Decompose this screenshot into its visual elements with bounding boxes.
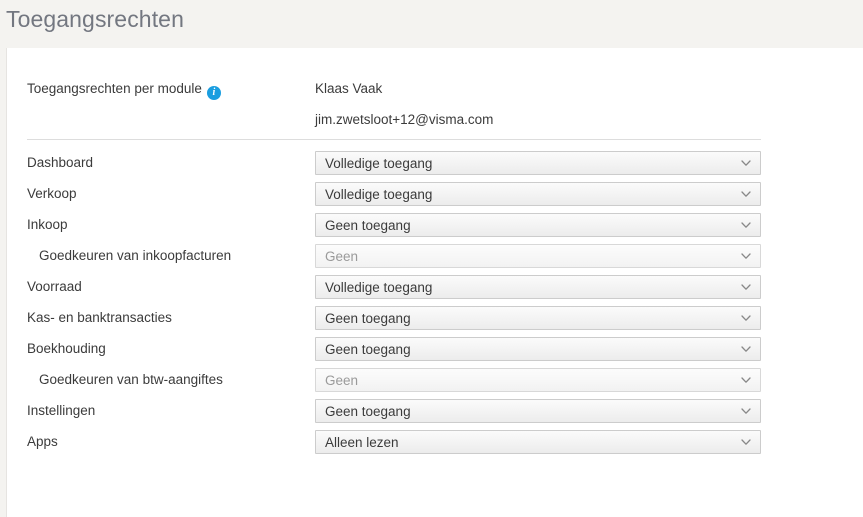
permission-label: Instellingen xyxy=(27,403,95,418)
permission-label: Goedkeuren van inkoopfacturen xyxy=(39,248,231,263)
permission-select-value: Geen toegang xyxy=(325,403,411,420)
permission-select: Geen xyxy=(315,368,761,392)
permission-label: Inkoop xyxy=(27,217,68,232)
section-divider xyxy=(27,139,761,140)
permission-label: Goedkeuren van btw-aangiftes xyxy=(39,372,223,387)
permission-row: Goedkeuren van inkoopfacturen Geen xyxy=(7,244,863,275)
module-permissions-label: Toegangsrechten per module i xyxy=(27,81,221,100)
chevron-down-icon xyxy=(741,346,751,353)
permission-select[interactable]: Volledige toegang xyxy=(315,182,761,206)
permissions-list: Dashboard Volledige toegang Verkoop Volledi… xyxy=(7,151,863,461)
permission-label: Voorraad xyxy=(27,279,82,294)
permission-select[interactable]: Alleen lezen xyxy=(315,430,761,454)
chevron-down-icon xyxy=(741,191,751,198)
permission-row: Apps Alleen lezen xyxy=(7,430,863,461)
permission-select[interactable]: Volledige toegang xyxy=(315,275,761,299)
page-title: Toegangsrechten xyxy=(6,6,184,33)
chevron-down-icon xyxy=(741,315,751,322)
permission-select[interactable]: Volledige toegang xyxy=(315,151,761,175)
chevron-down-icon xyxy=(741,377,751,384)
permission-select: Geen xyxy=(315,244,761,268)
permission-select[interactable]: Geen toegang xyxy=(315,213,761,237)
page-header: Toegangsrechten xyxy=(0,0,863,48)
content-card: Toegangsrechten per module i Klaas Vaak j… xyxy=(6,48,863,517)
chevron-down-icon xyxy=(741,284,751,291)
user-name: Klaas Vaak xyxy=(315,81,382,96)
info-icon[interactable]: i xyxy=(207,86,221,100)
permission-select-value: Geen toegang xyxy=(325,341,411,358)
permission-select[interactable]: Geen toegang xyxy=(315,337,761,361)
permission-select-value: Geen toegang xyxy=(325,310,411,327)
permission-label: Boekhouding xyxy=(27,341,106,356)
chevron-down-icon xyxy=(741,253,751,260)
permission-select[interactable]: Geen toegang xyxy=(315,399,761,423)
permission-select-value: Alleen lezen xyxy=(325,434,399,451)
permission-row: Voorraad Volledige toegang xyxy=(7,275,863,306)
permission-select[interactable]: Geen toegang xyxy=(315,306,761,330)
permission-row: Goedkeuren van btw-aangiftes Geen xyxy=(7,368,863,399)
permission-select-value: Geen xyxy=(325,372,358,389)
user-email: jim.zwetsloot+12@visma.com xyxy=(315,112,493,127)
chevron-down-icon xyxy=(741,439,751,446)
permission-label: Verkoop xyxy=(27,186,77,201)
user-info-section: Toegangsrechten per module i Klaas Vaak j… xyxy=(7,48,863,139)
chevron-down-icon xyxy=(741,222,751,229)
permission-row: Inkoop Geen toegang xyxy=(7,213,863,244)
permission-row: Instellingen Geen toegang xyxy=(7,399,863,430)
permission-label: Dashboard xyxy=(27,155,93,170)
permission-row: Boekhouding Geen toegang xyxy=(7,337,863,368)
chevron-down-icon xyxy=(741,160,751,167)
module-permissions-label-text: Toegangsrechten per module xyxy=(27,81,202,96)
permission-row: Kas- en banktransacties Geen toegang xyxy=(7,306,863,337)
permission-select-value: Volledige toegang xyxy=(325,186,432,203)
permission-select-value: Volledige toegang xyxy=(325,155,432,172)
permission-select-value: Volledige toegang xyxy=(325,279,432,296)
permission-row: Dashboard Volledige toegang xyxy=(7,151,863,182)
permission-label: Kas- en banktransacties xyxy=(27,310,172,325)
permission-row: Verkoop Volledige toegang xyxy=(7,182,863,213)
chevron-down-icon xyxy=(741,408,751,415)
permission-label: Apps xyxy=(27,434,58,449)
permission-select-value: Geen toegang xyxy=(325,217,411,234)
permission-select-value: Geen xyxy=(325,248,358,265)
